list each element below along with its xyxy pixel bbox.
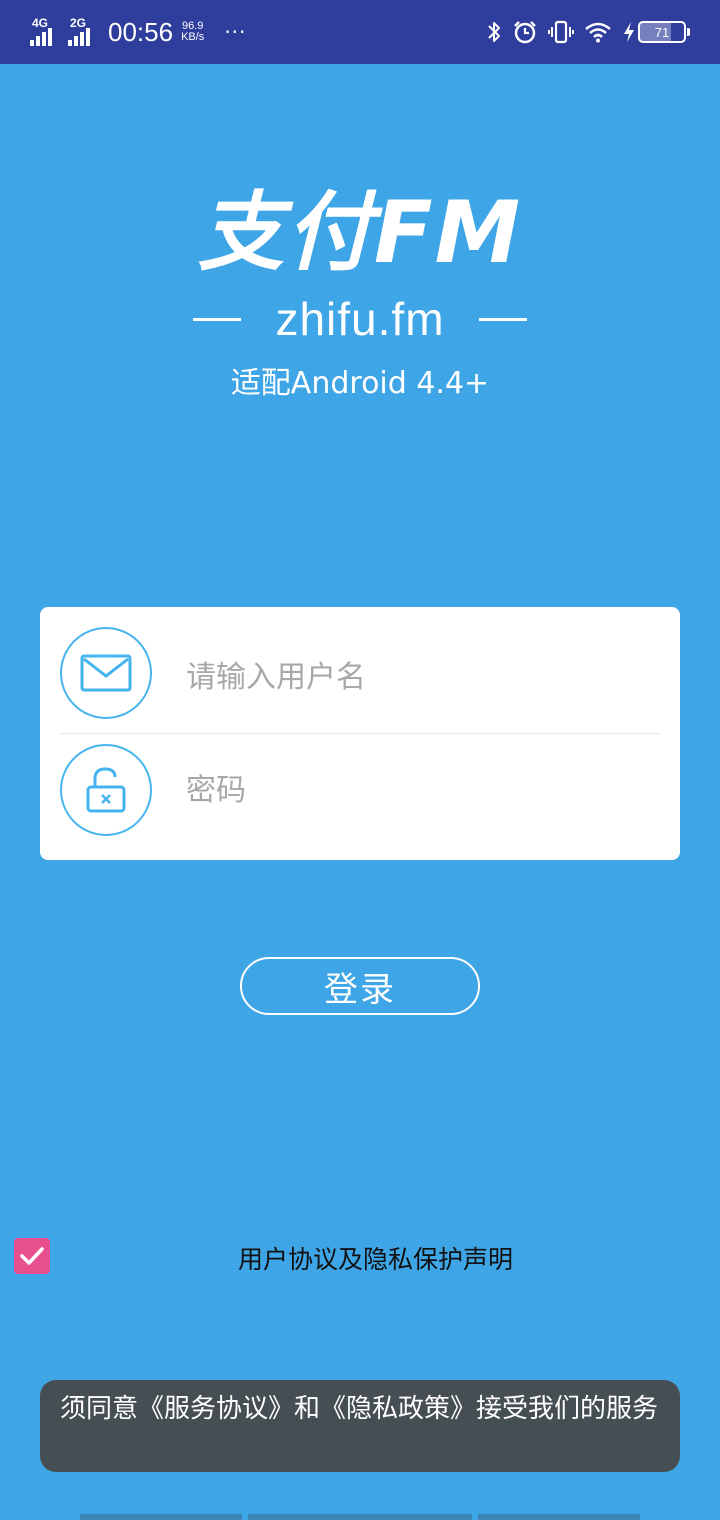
agreement-checkbox[interactable] (14, 1238, 50, 1274)
wifi-icon (585, 22, 611, 43)
domain-text: zhifu.fm (275, 293, 445, 345)
status-left: 4G 2G 00:56 96.9 KB/s ··· (30, 0, 246, 64)
mail-icon (60, 627, 152, 719)
domain-row: zhifu.fm (0, 292, 720, 346)
status-bar: 4G 2G 00:56 96.9 KB/s ··· 71 (0, 0, 720, 64)
status-right: 71 (486, 0, 690, 64)
more-notifications-icon: ··· (224, 20, 247, 44)
compat-text: 适配Android 4.4+ (230, 366, 490, 401)
password-input[interactable] (186, 760, 646, 820)
app-title: 支付FM (197, 183, 523, 283)
nav-bar-segment-3 (478, 1514, 640, 1520)
unlock-icon (60, 744, 152, 836)
battery-tip (687, 28, 690, 36)
alarm-icon (514, 21, 536, 44)
signal-2g-icon: 2G (68, 16, 100, 46)
charging-icon (624, 22, 634, 42)
nav-bar-segment-2 (248, 1514, 472, 1520)
signal-4g-icon: 4G (30, 16, 62, 46)
toast-message: 须同意《服务协议》和《隐私政策》接受我们的服务 (40, 1380, 680, 1472)
network-speed-unit: KB/s (181, 31, 205, 43)
agreement-link[interactable]: 用户协议及隐私保护声明 (238, 1240, 513, 1276)
battery-body: 71 (638, 21, 686, 43)
password-row (40, 724, 680, 840)
dash-left (193, 317, 242, 321)
username-row (40, 607, 680, 723)
nav-bar-segment-1 (80, 1514, 242, 1520)
dash-right (478, 317, 527, 321)
username-input[interactable] (186, 647, 646, 707)
battery-level: 71 (654, 24, 670, 40)
network-speed: 96.9 KB/s (181, 21, 204, 43)
vibrate-icon (548, 20, 574, 44)
battery-icon: 71 (622, 21, 690, 43)
login-button[interactable]: 登录 (240, 957, 480, 1015)
bluetooth-icon (488, 22, 500, 42)
clock: 00:56 (108, 16, 174, 47)
checkmark-icon (20, 1247, 44, 1265)
login-card (40, 607, 680, 860)
